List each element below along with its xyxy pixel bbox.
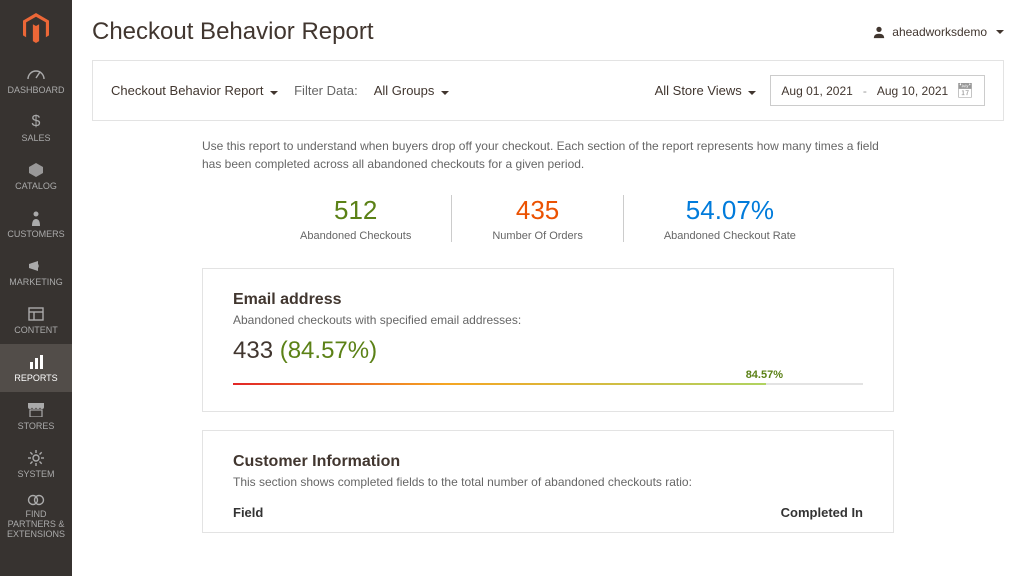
page-title: Checkout Behavior Report xyxy=(92,18,373,46)
filter-label: Filter Data: xyxy=(294,83,358,98)
date-from: Aug 01, 2021 xyxy=(781,84,852,98)
kpi-abandoned-label: Abandoned Checkouts xyxy=(300,230,411,242)
kpi-orders-label: Number Of Orders xyxy=(492,230,582,242)
kpi-orders-value: 435 xyxy=(492,195,582,226)
email-progress: 84.57% xyxy=(233,383,863,385)
report-dropdown[interactable]: Checkout Behavior Report xyxy=(111,83,278,98)
email-count: 433 (84.57%) xyxy=(233,337,863,365)
sidebar-item-content[interactable]: CONTENT xyxy=(0,296,72,344)
sidebar-item-system[interactable]: SYSTEM xyxy=(0,440,72,488)
gear-icon xyxy=(28,449,44,467)
filter-dropdown[interactable]: All Groups xyxy=(374,83,449,98)
email-subtitle: Abandoned checkouts with specified email… xyxy=(233,313,863,327)
toolbar: Checkout Behavior Report Filter Data: Al… xyxy=(92,60,1004,121)
calendar-icon: 📅︎ xyxy=(956,82,974,99)
email-pct: (84.57%) xyxy=(280,337,377,364)
kpi-abandoned: 512 Abandoned Checkouts xyxy=(260,195,451,242)
layout-icon xyxy=(28,305,44,323)
megaphone-icon xyxy=(27,257,45,275)
box-icon xyxy=(28,161,44,179)
kpi-rate: 54.07% Abandoned Checkout Rate xyxy=(623,195,836,242)
scope-dropdown[interactable]: All Store Views xyxy=(655,83,757,98)
chevron-down-icon xyxy=(996,30,1004,34)
customer-section: Customer Information This section shows … xyxy=(202,430,894,533)
user-menu[interactable]: aheadworksdemo xyxy=(872,25,1004,39)
email-bar-label: 84.57% xyxy=(746,369,783,381)
username: aheadworksdemo xyxy=(892,25,987,39)
kpi-abandoned-value: 512 xyxy=(300,195,411,226)
gauge-icon xyxy=(26,65,46,83)
col-completed: Completed In xyxy=(781,505,863,520)
customer-title: Customer Information xyxy=(233,453,863,471)
sidebar-item-marketing[interactable]: MARKETING xyxy=(0,248,72,296)
avatar-icon xyxy=(872,25,886,39)
sidebar-item-dashboard[interactable]: DASHBOARD xyxy=(0,56,72,104)
sidebar-item-stores[interactable]: STORES xyxy=(0,392,72,440)
sidebar-item-customers[interactable]: CUSTOMERS xyxy=(0,200,72,248)
col-field: Field xyxy=(233,505,263,520)
store-icon xyxy=(27,401,45,419)
person-icon xyxy=(30,209,42,227)
kpi-rate-value: 54.07% xyxy=(664,195,796,226)
customer-table-head: Field Completed In xyxy=(233,499,863,520)
interlock-icon xyxy=(27,492,45,507)
date-to: Aug 10, 2021 xyxy=(877,84,948,98)
magento-logo[interactable] xyxy=(0,0,72,56)
sidebar-item-catalog[interactable]: CATALOG xyxy=(0,152,72,200)
email-section: Email address Abandoned checkouts with s… xyxy=(202,268,894,412)
bars-icon xyxy=(28,353,44,371)
sidebar-item-sales[interactable]: $ SALES xyxy=(0,104,72,152)
sidebar-item-partners[interactable]: FIND PARTNERS & EXTENSIONS xyxy=(0,488,72,544)
date-range-picker[interactable]: Aug 01, 2021 - Aug 10, 2021 📅︎ xyxy=(770,75,985,106)
sidebar-item-reports[interactable]: REPORTS xyxy=(0,344,72,392)
sidebar: DASHBOARD $ SALES CATALOG CUSTOMERS MARK… xyxy=(0,0,72,576)
kpi-row: 512 Abandoned Checkouts 435 Number Of Or… xyxy=(202,195,894,242)
dollar-icon: $ xyxy=(32,113,41,131)
report-description: Use this report to understand when buyer… xyxy=(202,137,894,173)
kpi-rate-label: Abandoned Checkout Rate xyxy=(664,230,796,242)
kpi-orders: 435 Number Of Orders xyxy=(451,195,622,242)
customer-subtitle: This section shows completed fields to t… xyxy=(233,475,863,489)
email-title: Email address xyxy=(233,291,863,309)
main-content: Checkout Behavior Report aheadworksdemo … xyxy=(72,0,1024,576)
